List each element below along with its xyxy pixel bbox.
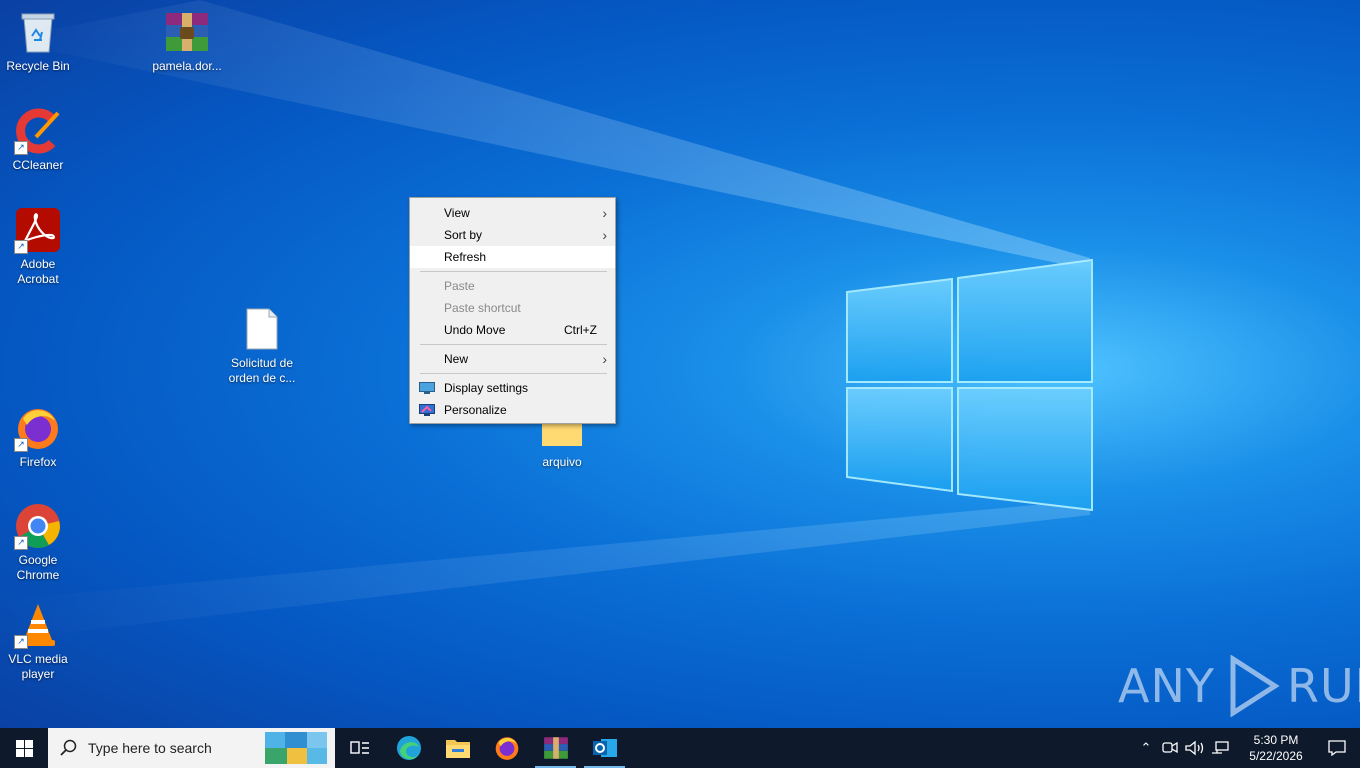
- desktop-icon-adobe-acrobat[interactable]: ↗ Adobe Acrobat: [0, 206, 76, 287]
- shortcut-arrow-icon: ↗: [14, 536, 28, 550]
- menu-item-shortcut: Ctrl+Z: [564, 323, 597, 337]
- menu-item-display-settings[interactable]: Display settings: [410, 377, 615, 399]
- menu-separator: [420, 344, 607, 345]
- desktop-icon-ccleaner[interactable]: ↗ CCleaner: [0, 107, 76, 173]
- icon-label: Google Chrome: [16, 553, 60, 582]
- clock-date: 5/22/2026: [1249, 749, 1303, 763]
- menu-item-label: Refresh: [444, 250, 487, 264]
- system-tray: ⌃ 5:30 PM 5/22/2026: [1134, 728, 1360, 768]
- vlc-icon: ↗: [14, 601, 62, 649]
- document-icon: [238, 305, 286, 353]
- chrome-icon: ↗: [14, 502, 62, 550]
- task-view-button[interactable]: [335, 728, 384, 768]
- play-logo-icon: [1230, 655, 1280, 717]
- search-highlight-puzzle-icon: [265, 732, 327, 764]
- menu-item-sort-by[interactable]: Sort by ›: [410, 224, 615, 246]
- icon-label: arquivo: [542, 455, 582, 469]
- menu-item-label: Undo Move: [444, 323, 506, 337]
- menu-item-personalize[interactable]: Personalize: [410, 399, 615, 421]
- start-button[interactable]: [0, 728, 48, 768]
- menu-item-label: New: [444, 352, 469, 366]
- taskbar-search-box[interactable]: Type here to search: [48, 728, 335, 768]
- firefox-icon: ↗: [14, 404, 62, 452]
- menu-item-label: Sort by: [444, 228, 483, 242]
- display-settings-icon: [419, 382, 435, 394]
- watermark-left: ANY: [1118, 659, 1215, 713]
- clock-time: 5:30 PM: [1253, 733, 1299, 747]
- menu-separator: [420, 271, 607, 272]
- shortcut-arrow-icon: ↗: [14, 635, 28, 649]
- taskbar-firefox[interactable]: [482, 728, 531, 768]
- desktop-icon-archive[interactable]: pamela.dor...: [149, 8, 225, 74]
- notifications-icon[interactable]: [1328, 740, 1346, 756]
- menu-item-label: Display settings: [444, 381, 529, 395]
- search-icon: [60, 739, 77, 756]
- desktop-icon-recycle-bin[interactable]: Recycle Bin: [0, 8, 76, 74]
- taskbar-winrar[interactable]: [531, 728, 580, 768]
- desktop-context-menu: View › Sort by › Refresh Paste Paste sho…: [409, 197, 616, 424]
- desktop-icon-vlc[interactable]: ↗ VLC media player: [0, 601, 76, 682]
- menu-item-label: Paste shortcut: [444, 301, 521, 315]
- shortcut-arrow-icon: ↗: [14, 438, 28, 452]
- volume-icon[interactable]: [1184, 740, 1206, 756]
- meet-now-icon[interactable]: [1160, 740, 1180, 756]
- personalize-icon: [419, 404, 435, 416]
- firefox-icon: [495, 737, 518, 760]
- chevron-right-icon: ›: [602, 227, 607, 243]
- menu-separator: [420, 373, 607, 374]
- icon-label: CCleaner: [12, 158, 64, 172]
- menu-item-paste-shortcut[interactable]: Paste shortcut: [410, 297, 615, 319]
- icon-label: Recycle Bin: [6, 59, 70, 73]
- taskbar-file-explorer[interactable]: [433, 728, 482, 768]
- desktop-icon-google-chrome[interactable]: ↗ Google Chrome: [0, 502, 76, 583]
- task-view-icon: [349, 741, 369, 754]
- shortcut-arrow-icon: ↗: [14, 240, 28, 254]
- icon-label: Solicitud de orden de c...: [228, 356, 296, 385]
- icon-label: pamela.dor...: [152, 59, 222, 73]
- taskbar-clock[interactable]: 5:30 PM 5/22/2026: [1236, 732, 1316, 764]
- wallpaper-windows-logo: [0, 0, 1093, 640]
- winrar-icon: [543, 737, 568, 759]
- chevron-right-icon: ›: [602, 351, 607, 367]
- adobe-acrobat-icon: ↗: [14, 206, 62, 254]
- windows-logo-icon: [15, 739, 33, 757]
- watermark: ANY RUN: [1118, 655, 1360, 717]
- menu-item-label: View: [444, 206, 470, 220]
- menu-item-label: Personalize: [444, 403, 507, 417]
- menu-item-paste[interactable]: Paste: [410, 275, 615, 297]
- file-explorer-icon: [445, 740, 470, 758]
- menu-item-view[interactable]: View ›: [410, 202, 615, 224]
- recycle-bin-icon: [14, 8, 62, 56]
- menu-item-refresh[interactable]: Refresh: [410, 246, 615, 268]
- icon-label: VLC media player: [8, 652, 68, 681]
- taskbar-outlook[interactable]: [580, 728, 629, 768]
- shortcut-arrow-icon: ↗: [14, 141, 28, 155]
- desktop[interactable]: Recycle Bin pamela.dor... ↗ CCleaner ↗ A…: [0, 0, 1360, 728]
- menu-item-undo-move[interactable]: Undo Move Ctrl+Z: [410, 319, 615, 341]
- taskbar-edge[interactable]: [384, 728, 433, 768]
- chevron-up-icon[interactable]: ⌃: [1134, 740, 1158, 756]
- ccleaner-icon: ↗: [14, 107, 62, 155]
- watermark-right: RUN: [1286, 659, 1360, 713]
- menu-item-new[interactable]: New ›: [410, 348, 615, 370]
- desktop-icon-document[interactable]: Solicitud de orden de c...: [224, 305, 300, 386]
- icon-label: Firefox: [19, 455, 57, 469]
- taskbar: Type here to search ⌃ 5:30 PM 5/22/2026: [0, 728, 1360, 768]
- desktop-icon-firefox[interactable]: ↗ Firefox: [0, 404, 76, 470]
- edge-icon: [396, 736, 421, 760]
- chevron-right-icon: ›: [602, 205, 607, 221]
- icon-label: Adobe Acrobat: [17, 257, 59, 286]
- network-icon[interactable]: [1210, 740, 1232, 756]
- winrar-archive-icon: [163, 8, 211, 56]
- search-placeholder: Type here to search: [88, 740, 212, 756]
- menu-item-label: Paste: [444, 279, 475, 293]
- outlook-icon: [592, 739, 617, 757]
